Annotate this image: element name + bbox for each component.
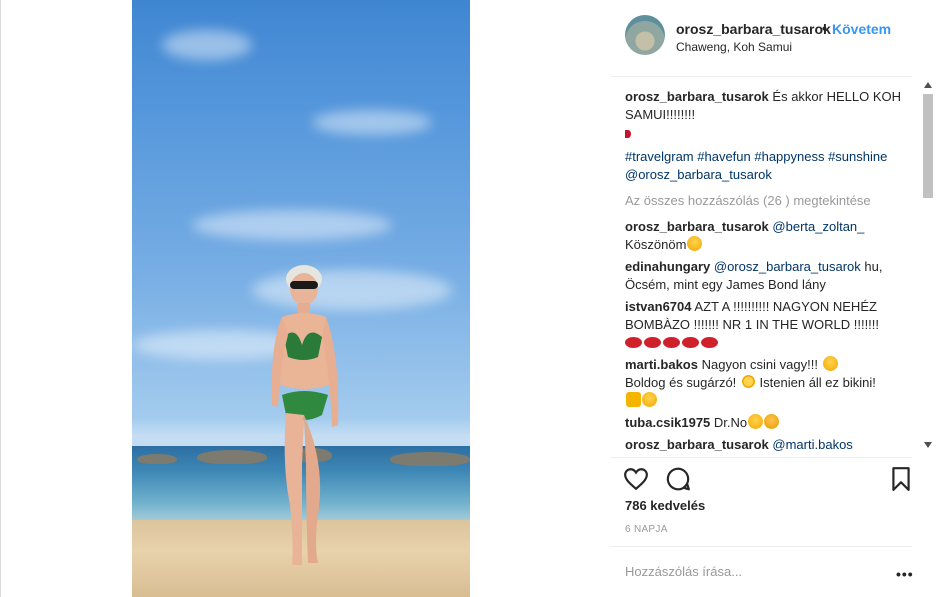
comment-item: edinahungary @orosz_barbara_tusarok hu, … bbox=[625, 258, 905, 294]
comment-username[interactable]: edinahungary bbox=[625, 259, 710, 274]
comment-text: Köszönöm bbox=[625, 237, 687, 252]
heart-eyes-emoji-icon bbox=[822, 356, 838, 371]
comment-item: tuba.csik1975 Dr.No bbox=[625, 414, 905, 432]
comment-bubble-icon[interactable] bbox=[665, 466, 691, 492]
avatar[interactable] bbox=[625, 15, 665, 55]
lips-emoji-icon bbox=[644, 337, 661, 348]
header-username[interactable]: orosz_barbara_tusarok bbox=[676, 21, 831, 37]
scroll-thumb[interactable] bbox=[923, 94, 933, 198]
more-options-icon[interactable]: ••• bbox=[896, 566, 914, 582]
composer-divider bbox=[610, 546, 912, 547]
comment-text: Dr.No bbox=[713, 415, 748, 430]
action-bar bbox=[610, 460, 920, 496]
heart-outline-icon[interactable] bbox=[623, 466, 649, 492]
follow-button[interactable]: Követem bbox=[832, 21, 891, 37]
scroll-down-arrow-icon[interactable] bbox=[924, 442, 932, 448]
sun-emoji-icon bbox=[740, 374, 756, 389]
comments-divider bbox=[610, 457, 912, 458]
caption: orosz_barbara_tusarok És akkor HELLO KOH… bbox=[625, 88, 905, 142]
thumbs-up-emoji-icon bbox=[626, 392, 641, 407]
lips-emoji-icon bbox=[625, 337, 642, 348]
wink-emoji-icon bbox=[748, 414, 764, 429]
cloud bbox=[162, 30, 252, 60]
lips-emoji-icon bbox=[682, 337, 699, 348]
heart-emoji-icon bbox=[625, 130, 631, 138]
comment-item: marti.bakos Nagyon csini vagy!!! Boldog … bbox=[625, 356, 905, 410]
comment-mention[interactable]: @orosz_barbara_tusarok bbox=[714, 259, 861, 274]
header-divider bbox=[610, 76, 912, 77]
caption-hashtags[interactable]: #travelgram #havefun #happyness #sunshin… bbox=[625, 148, 905, 184]
window-left-border bbox=[0, 0, 1, 597]
likes-count[interactable]: 786 kedvelés bbox=[625, 498, 705, 513]
comment-username[interactable]: orosz_barbara_tusarok bbox=[625, 437, 769, 452]
comments-scrollbar[interactable] bbox=[920, 76, 936, 452]
lips-emoji-icon bbox=[701, 337, 718, 348]
comment-item: orosz_barbara_tusarok @marti.bakos bbox=[625, 436, 905, 454]
comment-username[interactable]: tuba.csik1975 bbox=[625, 415, 710, 430]
scroll-up-arrow-icon[interactable] bbox=[924, 82, 932, 88]
heart-eyes-emoji-icon bbox=[642, 392, 657, 407]
comment-text-3: Istenien áll ez bikini! bbox=[759, 375, 876, 390]
comment-item: istvan6704 AZT A !!!!!!!!!! NAGYON NEHÉZ… bbox=[625, 298, 905, 352]
post-photo[interactable] bbox=[132, 0, 470, 597]
comment-item: orosz_barbara_tusarok @berta_zoltan_ Kös… bbox=[625, 218, 905, 254]
comment-text: Nagyon csini vagy!!! bbox=[701, 357, 818, 372]
post-time-ago: 6 NAPJA bbox=[625, 524, 668, 535]
comment-mention[interactable]: @marti.bakos bbox=[772, 437, 852, 452]
comment-username[interactable]: marti.bakos bbox=[625, 357, 698, 372]
post-details-panel: orosz_barbara_tusarok • Követem Chaweng,… bbox=[610, 0, 936, 597]
cloud bbox=[312, 110, 432, 135]
separator-dot: • bbox=[822, 20, 827, 36]
lips-emoji-icon bbox=[663, 337, 680, 348]
comment-text-2: Boldog és sugárzó! bbox=[625, 375, 737, 390]
comment-mention[interactable]: @berta_zoltan_ bbox=[772, 219, 864, 234]
caption-username[interactable]: orosz_barbara_tusarok bbox=[625, 89, 769, 104]
smile-emoji-icon bbox=[687, 236, 703, 251]
post-header: orosz_barbara_tusarok • Követem Chaweng,… bbox=[610, 0, 936, 76]
rock bbox=[390, 452, 470, 466]
add-comment-input[interactable]: Hozzászólás írása... bbox=[625, 564, 742, 579]
comment-username[interactable]: orosz_barbara_tusarok bbox=[625, 219, 769, 234]
rock bbox=[137, 454, 177, 464]
kiss-emoji-icon bbox=[764, 414, 780, 429]
person-figure bbox=[271, 265, 339, 565]
location-link[interactable]: Chaweng, Koh Samui bbox=[676, 40, 792, 54]
cloud bbox=[192, 210, 392, 240]
view-all-comments-link[interactable]: Az összes hozzászólás (26 ) megtekintése bbox=[625, 192, 905, 210]
comments-list: orosz_barbara_tusarok És akkor HELLO KOH… bbox=[625, 88, 905, 458]
bookmark-icon[interactable] bbox=[888, 466, 914, 492]
comment-username[interactable]: istvan6704 bbox=[625, 299, 692, 314]
